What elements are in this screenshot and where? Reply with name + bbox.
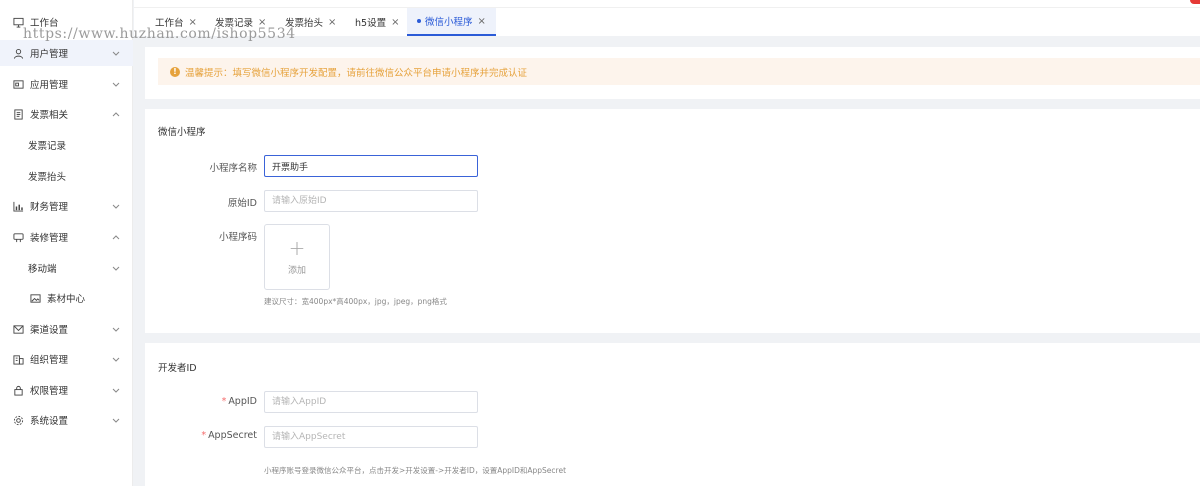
warning-icon: ! [170,66,180,77]
chevron-down-icon [111,201,121,211]
sidebar-item-users[interactable]: 用户管理 [0,40,133,66]
finance-icon [11,199,25,213]
sidebar-item-organization[interactable]: 组织管理 [0,346,133,372]
plus-icon: + [288,235,306,260]
org-icon [11,352,25,366]
sidebar-item-mobile[interactable]: 移动端 [0,255,133,281]
sidebar-item-label: 用户管理 [30,49,69,60]
chevron-up-icon [111,109,121,119]
decor-icon [11,230,25,244]
sidebar-item-decoration[interactable]: 装修管理 [0,224,133,250]
sidebar-item-label: 财务管理 [30,202,69,213]
tab-wechat-miniapp[interactable]: 微信小程序 × [407,8,496,36]
developer-hint: 小程序账号登录微信公众平台，点击开发>开发设置->开发者ID，设置AppID和A… [264,466,567,475]
sidebar-item-label: 装修管理 [30,233,69,244]
name-label: 小程序名称 [209,163,257,174]
sidebar-item-apps[interactable]: 应用管理 [0,71,133,97]
appsecret-input[interactable] [264,426,478,448]
appid-label-text: AppID [228,396,257,407]
sidebar-item-label: 发票记录 [28,141,67,152]
invoice-icon [11,107,25,121]
appid-input[interactable] [264,391,478,413]
chevron-down-icon [111,263,121,273]
origin-id-input[interactable] [264,190,478,212]
user-icon [11,46,25,60]
active-dot-icon [417,19,421,23]
sidebar-item-system-settings[interactable]: 系统设置 [0,407,133,433]
chevron-down-icon [111,48,121,58]
appsecret-label-text: AppSecret [208,430,257,441]
sidebar-item-channels[interactable]: 渠道设置 [0,316,133,342]
origin-id-label: 原始ID [227,198,257,209]
section-title: 微信小程序 [158,127,206,138]
sidebar-item-label: 素材中心 [47,294,86,305]
sidebar-item-label: 权限管理 [30,386,69,397]
section-title: 开发者ID [158,363,197,374]
watermark: https://www.huzhan.com/ishop5534 [23,26,296,42]
sidebar-item-permissions[interactable]: 权限管理 [0,377,133,403]
sidebar-item-label: 发票相关 [30,110,69,121]
alert-container: ! 温馨提示：填写微信小程序开发配置，请前往微信公众平台申请小程序并完成认证 [145,47,1200,99]
sidebar-item-label: 发票抬头 [28,172,67,183]
tab-h5-settings[interactable]: h5设置 × [355,8,399,36]
tab-label: 微信小程序 [425,17,473,28]
chevron-down-icon [111,79,121,89]
miniapp-name-input[interactable] [264,155,478,177]
upload-row: + 添加 [145,224,345,290]
upload-label: 添加 [287,265,306,276]
sidebar-item-label: 渠道设置 [30,325,69,336]
sidebar-item-label: 应用管理 [30,80,69,91]
channel-icon [11,322,25,336]
appid-label: * AppID [222,396,257,407]
lock-icon [11,383,25,397]
required-mark: * [201,430,207,441]
required-mark: * [221,396,227,407]
miniapp-card: 微信小程序 小程序名称 原始ID 小程序码 + 添加 建议尺寸：宽400px*高… [145,109,1200,333]
sidebar-item-finance[interactable]: 财务管理 [0,193,133,219]
header-strip [134,0,1200,8]
alert-text: 温馨提示：填写微信小程序开发配置，请前往微信公众平台申请小程序并完成认证 [185,67,528,79]
sidebar-item-label: 系统设置 [30,416,69,427]
sidebar-item-invoice-headers[interactable]: 发票抬头 [0,163,133,189]
avatar[interactable] [1190,0,1200,4]
sidebar-item-invoice-records[interactable]: 发票记录 [0,132,133,158]
settings-icon [11,413,25,427]
upload-button[interactable]: + 添加 [264,224,330,290]
chevron-down-icon [111,354,121,364]
close-icon[interactable]: × [478,16,486,27]
upload-hint: 建议尺寸：宽400px*高400px，jpg，jpeg，png格式 [264,297,447,306]
tab-label: h5设置 [355,18,387,29]
appsecret-label: * AppSecret [201,430,257,441]
chevron-down-icon [111,324,121,334]
app-icon [11,77,25,91]
chevron-down-icon [111,385,121,395]
sidebar-item-label: 组织管理 [30,355,69,366]
sidebar-item-materials[interactable]: 素材中心 [0,285,133,311]
developer-card: 开发者ID *AppID *AppSecret 小程序账号登录微信公众平台，点击… [145,343,1200,486]
close-icon[interactable]: × [328,17,336,28]
sidebar: 工作台 用户管理 应用管理 发票相关 发票记录 发票抬头 财务管理 装修管理 移… [0,0,133,486]
chevron-up-icon [111,232,121,242]
close-icon[interactable]: × [391,17,399,28]
sidebar-item-label: 移动端 [28,264,57,275]
image-icon [28,291,42,305]
warning-alert: ! 温馨提示：填写微信小程序开发配置，请前往微信公众平台申请小程序并完成认证 [158,58,1200,85]
chevron-down-icon [111,415,121,425]
sidebar-item-invoice[interactable]: 发票相关 [0,101,133,127]
